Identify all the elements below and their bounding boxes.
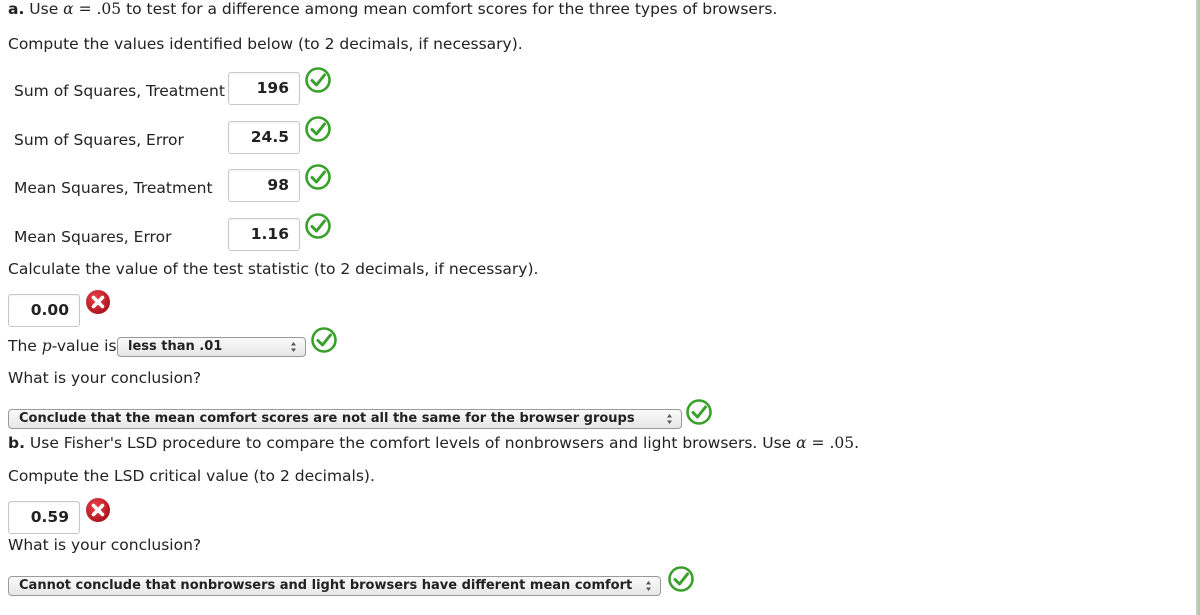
field-label-ms-error: Mean Squares, Error xyxy=(14,228,172,246)
part-a-intro: a. Use α = .05 to test for a difference … xyxy=(8,0,778,18)
ms-error-input[interactable]: 1.16 xyxy=(228,218,300,251)
test-statistic-input[interactable]: 0.00 xyxy=(8,294,80,327)
field-label-ss-treatment: Sum of Squares, Treatment xyxy=(14,82,225,100)
select-arrows-icon xyxy=(667,414,672,424)
lsd-instruction: Compute the LSD critical value (to 2 dec… xyxy=(8,467,375,485)
correct-check-icon xyxy=(305,213,331,239)
conclusion-question-b: What is your conclusion? xyxy=(8,536,202,554)
correct-check-icon xyxy=(305,67,331,93)
select-arrows-icon xyxy=(291,342,296,352)
part-a-label: a. xyxy=(8,0,25,18)
select-arrows-icon xyxy=(646,581,651,591)
part-b-label: b. xyxy=(8,434,25,452)
ss-treatment-input[interactable]: 196 xyxy=(228,72,300,105)
incorrect-x-icon xyxy=(86,290,110,314)
correct-check-icon xyxy=(305,164,331,190)
conclusion-question-a: What is your conclusion? xyxy=(8,369,202,387)
alpha-symbol: α xyxy=(796,434,807,452)
test-statistic-instruction: Calculate the value of the test statisti… xyxy=(8,260,539,278)
correct-check-icon xyxy=(686,399,712,425)
incorrect-x-icon xyxy=(86,498,110,522)
conclusion-select-b[interactable]: Cannot conclude that nonbrowsers and lig… xyxy=(8,576,661,596)
ms-treatment-input[interactable]: 98 xyxy=(228,169,300,202)
compute-instruction: Compute the values identified below (to … xyxy=(8,35,523,53)
field-label-ss-error: Sum of Squares, Error xyxy=(14,131,184,149)
alpha-symbol: α xyxy=(63,0,74,18)
pvalue-label: The p-value is xyxy=(8,337,117,355)
field-label-ms-treatment: Mean Squares, Treatment xyxy=(14,179,213,197)
correct-check-icon xyxy=(311,327,337,353)
correct-check-icon xyxy=(305,116,331,142)
pvalue-select[interactable]: less than .01 xyxy=(117,337,306,357)
correct-check-icon xyxy=(668,566,694,592)
conclusion-select-a[interactable]: Conclude that the mean comfort scores ar… xyxy=(8,409,682,429)
part-b-intro: b. Use Fisher's LSD procedure to compare… xyxy=(8,434,860,452)
ss-error-input[interactable]: 24.5 xyxy=(228,121,300,154)
lsd-value-input[interactable]: 0.59 xyxy=(8,501,80,534)
